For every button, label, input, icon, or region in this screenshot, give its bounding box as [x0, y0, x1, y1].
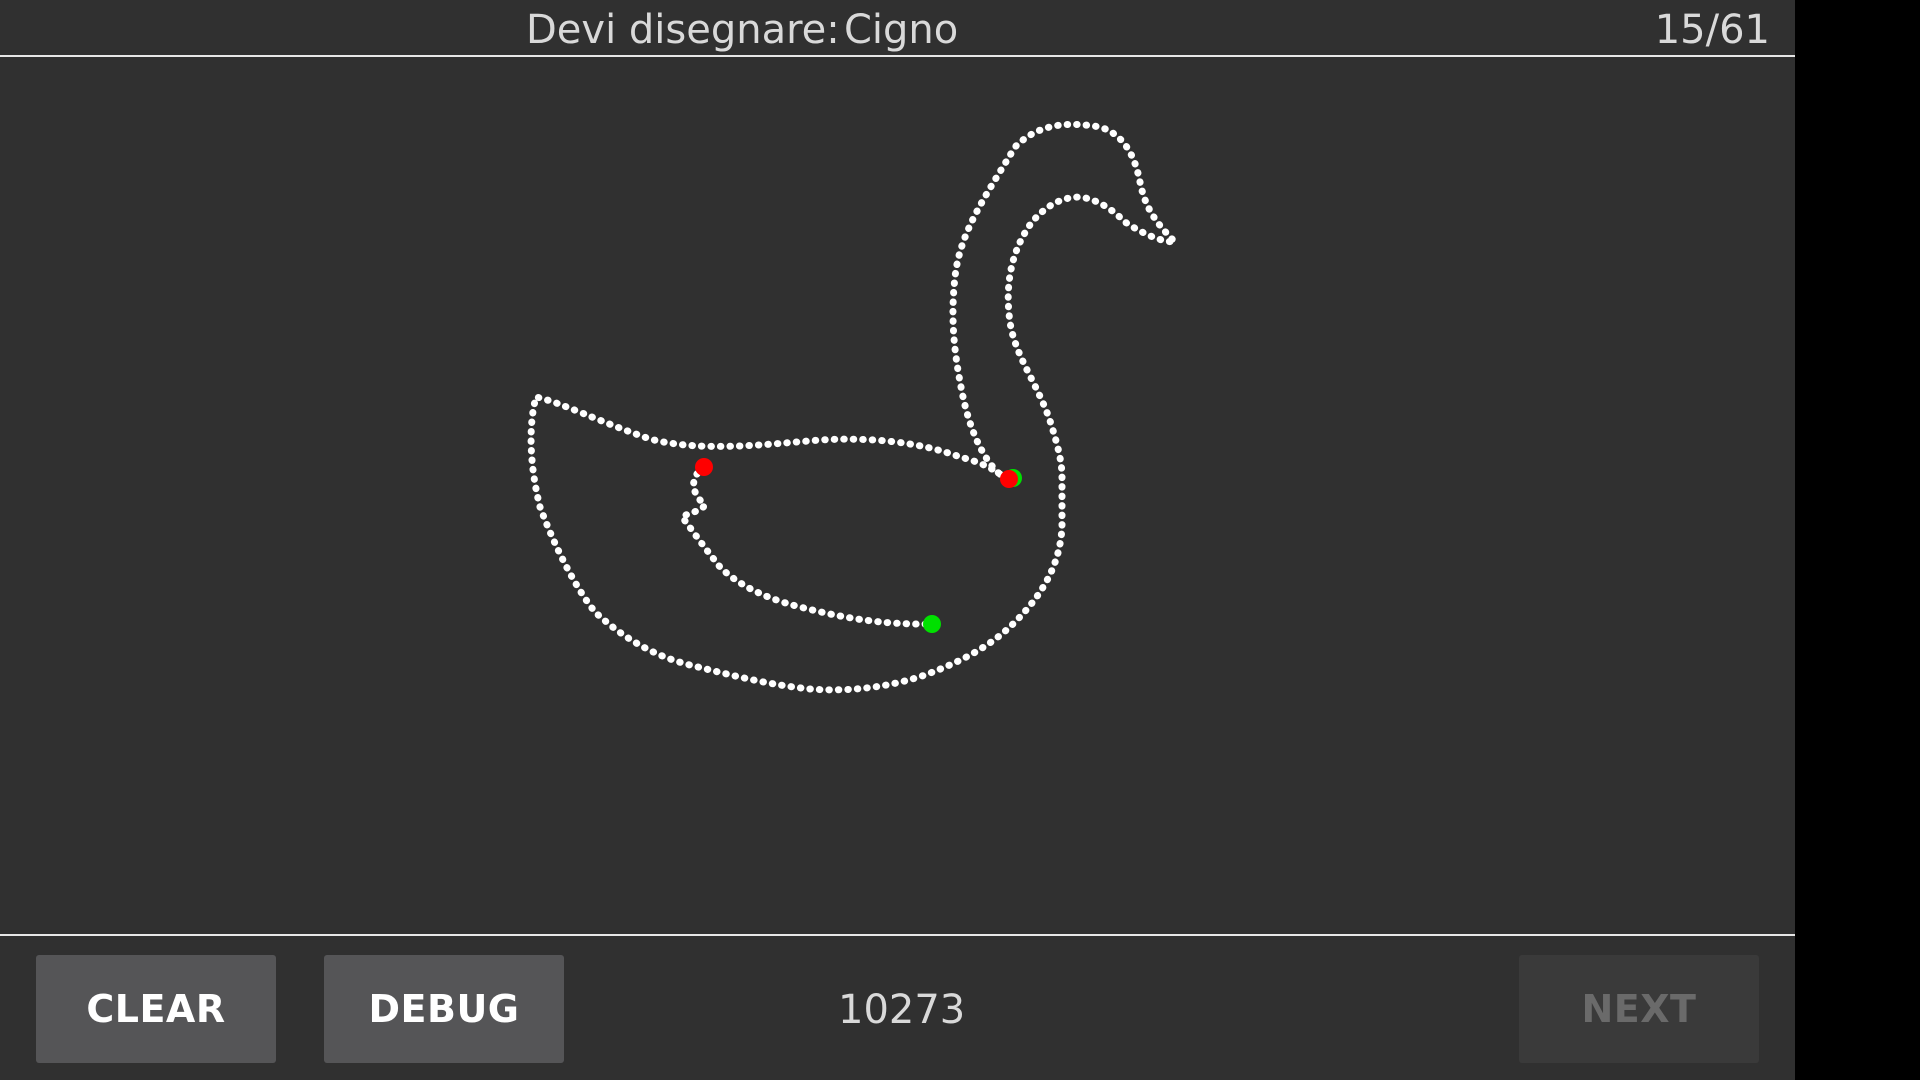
stroke-wing — [676, 463, 936, 628]
app-screen: Devi disegnare: Cigno 15/61 CLEAR DEBUG … — [0, 0, 1795, 1080]
target-word: Cigno — [844, 7, 959, 53]
stroke-end-marker — [923, 615, 941, 633]
stroke-outline — [527, 120, 1184, 694]
drawing-svg[interactable] — [0, 57, 1795, 935]
stroke-start-marker — [695, 458, 713, 476]
stroke-end-marker — [1000, 470, 1018, 488]
debug-button[interactable]: DEBUG — [324, 955, 564, 1063]
prompt-label: Devi disegnare: — [526, 7, 840, 53]
clear-button[interactable]: CLEAR — [36, 955, 276, 1063]
progress-counter: 15/61 — [1654, 7, 1770, 53]
score-value: 10273 — [838, 987, 966, 1033]
footer-bar: CLEAR DEBUG 10273 NEXT — [0, 934, 1795, 1080]
header-bar: Devi disegnare: Cigno 15/61 — [0, 0, 1795, 57]
next-button[interactable]: NEXT — [1519, 955, 1759, 1063]
drawing-canvas[interactable] — [0, 57, 1795, 935]
